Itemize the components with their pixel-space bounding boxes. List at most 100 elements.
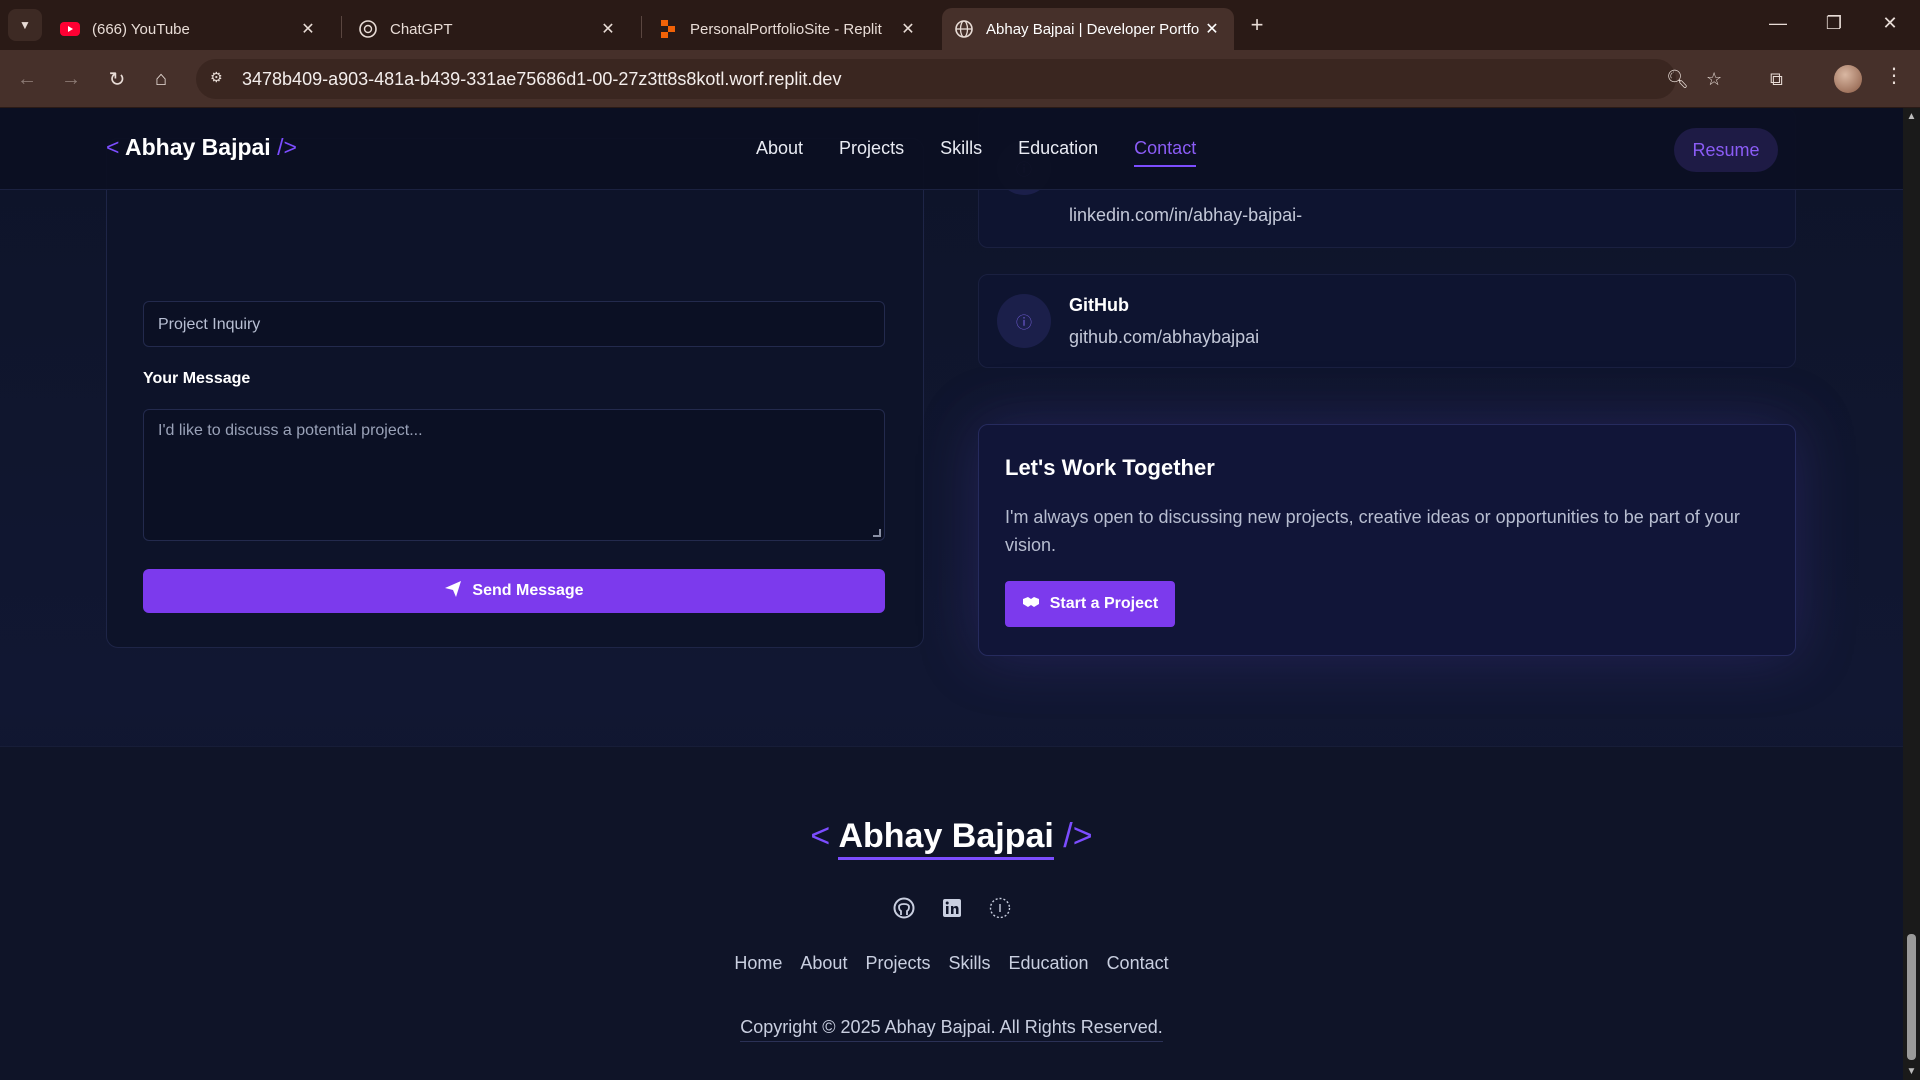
chevron-down-icon: ▼ xyxy=(19,18,31,32)
arrow-right-icon: → xyxy=(61,67,81,90)
tab-title: Abhay Bajpai | Developer Portfo xyxy=(986,20,1200,38)
new-tab-button[interactable]: + xyxy=(1244,12,1270,38)
footer-link-about[interactable]: About xyxy=(800,953,847,974)
restore-icon: ❐ xyxy=(1825,12,1843,33)
footer-social-icons xyxy=(0,897,1903,919)
nav-contact[interactable]: Contact xyxy=(1134,138,1197,167)
tab-title: (666) YouTube xyxy=(92,20,190,38)
restore-button[interactable]: ❐ xyxy=(1806,0,1862,46)
browser-toolbar: ← → ↻ ⌂ ⚙ 3478b409-a903-481a-b439-331ae7… xyxy=(0,50,1920,108)
info-icon[interactable] xyxy=(989,897,1011,919)
page-scrollbar[interactable]: ▲ ▼ xyxy=(1903,108,1920,1080)
start-project-label: Start a Project xyxy=(1049,595,1159,612)
site-header: < Abhay Bajpai /> About Projects Skills … xyxy=(0,108,1903,190)
logo-name: Abhay Bajpai xyxy=(124,134,271,160)
scrollbar-thumb[interactable] xyxy=(1907,934,1916,1060)
footer-link-projects[interactable]: Projects xyxy=(865,953,930,974)
tab-youtube[interactable]: (666) YouTube ✕ xyxy=(48,8,330,50)
arrow-left-icon: ← xyxy=(17,67,37,90)
send-message-button[interactable]: Send Message xyxy=(143,569,885,613)
plus-icon: + xyxy=(1250,12,1264,37)
tab-title: ChatGPT xyxy=(390,20,453,38)
site-info-icon[interactable]: ⚙ xyxy=(210,69,230,89)
reload-button[interactable]: ↻ xyxy=(100,62,134,96)
forward-button[interactable]: → xyxy=(54,62,88,96)
back-button[interactable]: ← xyxy=(10,62,44,96)
zoom-icon[interactable]: 🔍︎ xyxy=(1666,69,1689,89)
handshake-icon xyxy=(1022,595,1040,614)
github-contact-card[interactable]: ⓘ GitHub github.com/abhaybajpai xyxy=(978,274,1796,368)
footer-links: Home About Projects Skills Education Con… xyxy=(0,953,1903,974)
github-title: GitHub xyxy=(1069,295,1129,315)
resize-handle-icon[interactable] xyxy=(873,529,881,537)
footer-logo-name: Abhay Bajpai xyxy=(838,817,1054,860)
site-footer: < Abhay Bajpai /> Home About Projects Sk… xyxy=(0,746,1903,1080)
close-tab-icon[interactable]: ✕ xyxy=(1202,19,1222,39)
logo-bracket-close: /> xyxy=(277,134,297,160)
footer-link-home[interactable]: Home xyxy=(734,953,782,974)
copyright-text: Copyright © 2025 Abhay Bajpai. All Right… xyxy=(0,1017,1903,1042)
tab-title: PersonalPortfolioSite - Replit xyxy=(690,20,882,38)
footer-link-education[interactable]: Education xyxy=(1009,953,1089,974)
logo-bracket-open: < xyxy=(106,134,120,160)
more-menu-icon[interactable]: ⋮ xyxy=(1884,63,1904,88)
replit-icon xyxy=(658,19,678,39)
main-nav: About Projects Skills Education Contact xyxy=(756,138,1232,167)
url-text[interactable]: 3478b409-a903-481a-b439-331ae75686d1-00-… xyxy=(242,69,841,90)
message-label: Your Message xyxy=(143,370,251,387)
close-tab-icon[interactable]: ✕ xyxy=(898,19,918,39)
footer-logo[interactable]: < Abhay Bajpai /> xyxy=(0,817,1903,860)
nav-skills[interactable]: Skills xyxy=(940,138,982,167)
message-placeholder: I'd like to discuss a potential project.… xyxy=(158,422,423,439)
linkedin-icon[interactable] xyxy=(941,897,963,919)
tab-replit[interactable]: PersonalPortfolioSite - Replit ✕ xyxy=(646,8,930,50)
start-project-button[interactable]: Start a Project xyxy=(1005,581,1175,627)
footer-link-contact[interactable]: Contact xyxy=(1107,953,1169,974)
resume-button[interactable]: Resume xyxy=(1674,128,1778,172)
github-value[interactable]: github.com/abhaybajpai xyxy=(1069,327,1259,348)
extensions-icon[interactable]: ⧉ xyxy=(1770,69,1790,89)
chatgpt-icon xyxy=(358,19,378,39)
tab-divider xyxy=(341,16,342,38)
nav-about[interactable]: About xyxy=(756,138,803,167)
reload-icon: ↻ xyxy=(108,68,126,91)
subject-input[interactable]: Project Inquiry xyxy=(143,301,885,347)
minimize-icon: — xyxy=(1769,12,1787,33)
nav-education[interactable]: Education xyxy=(1018,138,1098,167)
work-heading: Let's Work Together xyxy=(1005,455,1215,480)
scroll-up-icon[interactable]: ▲ xyxy=(1903,108,1920,125)
youtube-icon xyxy=(60,19,80,39)
close-window-button[interactable]: ✕ xyxy=(1862,0,1918,46)
close-tab-icon[interactable]: ✕ xyxy=(598,19,618,39)
site-logo[interactable]: < Abhay Bajpai /> xyxy=(106,134,297,161)
tab-divider xyxy=(641,16,642,38)
github-icon[interactable] xyxy=(893,897,915,919)
home-icon: ⌂ xyxy=(154,67,168,90)
contact-form-card: Project Inquiry Your Message I'd like to… xyxy=(106,138,924,648)
home-button[interactable]: ⌂ xyxy=(144,62,178,96)
scroll-down-icon[interactable]: ▼ xyxy=(1903,1063,1920,1080)
bookmark-star-icon[interactable]: ☆ xyxy=(1706,69,1726,89)
tab-portfolio[interactable]: Abhay Bajpai | Developer Portfo ✕ xyxy=(942,8,1234,50)
message-textarea[interactable]: I'd like to discuss a potential project.… xyxy=(143,409,885,541)
footer-link-skills[interactable]: Skills xyxy=(948,953,990,974)
globe-icon xyxy=(954,19,974,39)
work-together-card: Let's Work Together I'm always open to d… xyxy=(978,424,1796,656)
minimize-button[interactable]: — xyxy=(1750,0,1806,46)
linkedin-value[interactable]: linkedin.com/in/abhay-bajpai- xyxy=(1069,205,1302,226)
paper-plane-icon xyxy=(444,580,462,603)
browser-tab-bar: ▼ (666) YouTube ✕ ChatGPT ✕ PersonalPort… xyxy=(0,0,1920,50)
close-icon: ✕ xyxy=(1882,12,1898,33)
page-viewport: < Abhay Bajpai /> About Projects Skills … xyxy=(0,108,1903,1080)
address-bar[interactable]: ⚙ 3478b409-a903-481a-b439-331ae75686d1-0… xyxy=(196,59,1689,99)
send-message-label: Send Message xyxy=(472,582,584,599)
nav-projects[interactable]: Projects xyxy=(839,138,904,167)
footer-logo-bracket-open: < xyxy=(810,817,831,855)
footer-logo-bracket-close: /> xyxy=(1063,817,1093,855)
work-text: I'm always open to discussing new projec… xyxy=(1005,507,1740,555)
profile-avatar[interactable] xyxy=(1834,65,1862,93)
close-tab-icon[interactable]: ✕ xyxy=(298,19,318,39)
tab-chatgpt[interactable]: ChatGPT ✕ xyxy=(346,8,630,50)
tab-search-button[interactable]: ▼ xyxy=(8,9,42,41)
github-icon: ⓘ xyxy=(997,294,1051,348)
